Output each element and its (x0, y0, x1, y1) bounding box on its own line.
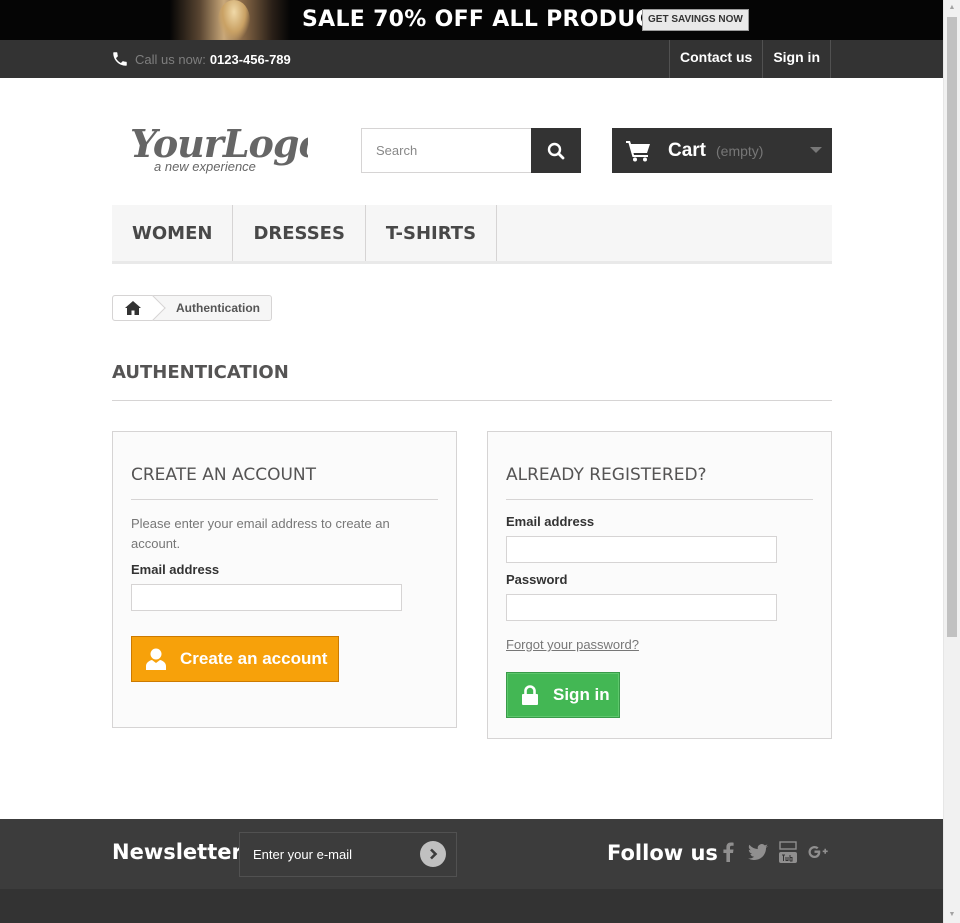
scroll-down-icon[interactable]: ▼ (944, 907, 960, 923)
create-account-button-label: Create an account (180, 649, 328, 668)
create-email-label: Email address (131, 562, 220, 577)
login-email-field[interactable] (506, 536, 777, 563)
top-navigation: Call us now: 0123-456-789 Contact us Sig… (0, 40, 943, 78)
google-plus-icon[interactable] (808, 841, 828, 863)
phone-icon (113, 52, 127, 66)
create-account-description: Please enter your email address to creat… (131, 516, 390, 551)
create-account-title: CREATE AN ACCOUNT (131, 465, 438, 500)
footer: Newsletter Enter your e-mail Follow us (0, 819, 943, 923)
search-input[interactable] (361, 128, 531, 173)
login-title: ALREADY REGISTERED? (506, 465, 813, 500)
search-button[interactable] (531, 128, 581, 173)
create-account-form: CREATE AN ACCOUNT Please enter your emai… (112, 431, 457, 728)
breadcrumb: Authentication (112, 295, 272, 321)
create-email-field[interactable] (131, 584, 402, 611)
promo-banner[interactable]: SALE 70% OFF ALL PRODUCTS GET SAVINGS NO… (0, 0, 943, 40)
cart-icon (626, 140, 650, 161)
sign-in-button[interactable]: Sign in (506, 672, 620, 718)
chevron-right-icon (430, 848, 438, 860)
menu-item-dresses[interactable]: DRESSES (233, 205, 366, 261)
youtube-icon[interactable] (778, 841, 798, 863)
chevron-down-icon (810, 147, 822, 153)
sign-in-button-label: Sign in (553, 685, 610, 704)
twitter-icon[interactable] (748, 841, 768, 863)
cart-button[interactable]: Cart (empty) (612, 128, 832, 173)
password-label: Password (506, 572, 568, 587)
create-account-button[interactable]: Create an account (131, 636, 339, 682)
vertical-scrollbar[interactable]: ▲ ▼ (943, 0, 960, 923)
scroll-up-icon[interactable]: ▲ (944, 0, 960, 16)
search-icon (547, 142, 565, 159)
cart-label: Cart (668, 139, 707, 161)
main-menu: WOMEN DRESSES T-SHIRTS (112, 205, 832, 264)
newsletter-title: Newsletter (112, 840, 242, 864)
login-email-label: Email address (506, 514, 595, 529)
call-us: Call us now: 0123-456-789 (111, 50, 291, 68)
home-icon (125, 301, 141, 315)
scrollbar-thumb[interactable] (947, 17, 957, 637)
breadcrumb-current: Authentication (176, 301, 260, 315)
search-bar (361, 128, 581, 173)
svg-text:a new experience: a new experience (154, 159, 256, 174)
menu-item-tshirts[interactable]: T-SHIRTS (366, 205, 498, 261)
menu-item-women[interactable]: WOMEN (112, 205, 234, 261)
header: YourLogo a new experience Cart (empty) (0, 78, 943, 205)
facebook-icon[interactable] (718, 841, 738, 863)
breadcrumb-home[interactable] (113, 296, 153, 320)
forgot-password-link[interactable]: Forgot your password? (506, 637, 813, 652)
sign-in-link[interactable]: Sign in (762, 40, 831, 78)
account-links: Contact us Sign in (668, 40, 831, 78)
banner-headline: SALE 70% OFF ALL PRODUCTS (302, 7, 684, 32)
password-field[interactable] (506, 594, 777, 621)
page-title: AUTHENTICATION (112, 362, 832, 401)
follow-us-title: Follow us (607, 841, 718, 865)
page: SALE 70% OFF ALL PRODUCTS GET SAVINGS NO… (0, 0, 943, 923)
site-logo[interactable]: YourLogo a new experience (128, 123, 308, 178)
get-savings-button[interactable]: GET SAVINGS NOW (642, 9, 749, 31)
call-label: Call us now: (135, 51, 206, 67)
contact-us-link[interactable]: Contact us (668, 40, 762, 78)
newsletter-input[interactable]: Enter your e-mail (239, 832, 457, 877)
user-icon (146, 648, 166, 670)
banner-model-image (170, 0, 290, 40)
cart-status: (empty) (716, 142, 764, 159)
lock-icon (522, 685, 538, 705)
phone-number: 0123-456-789 (209, 51, 291, 67)
newsletter-placeholder: Enter your e-mail (253, 847, 352, 862)
newsletter-submit-button[interactable] (420, 841, 446, 867)
login-form: ALREADY REGISTERED? Email address Passwo… (487, 431, 832, 739)
social-links (718, 841, 838, 863)
